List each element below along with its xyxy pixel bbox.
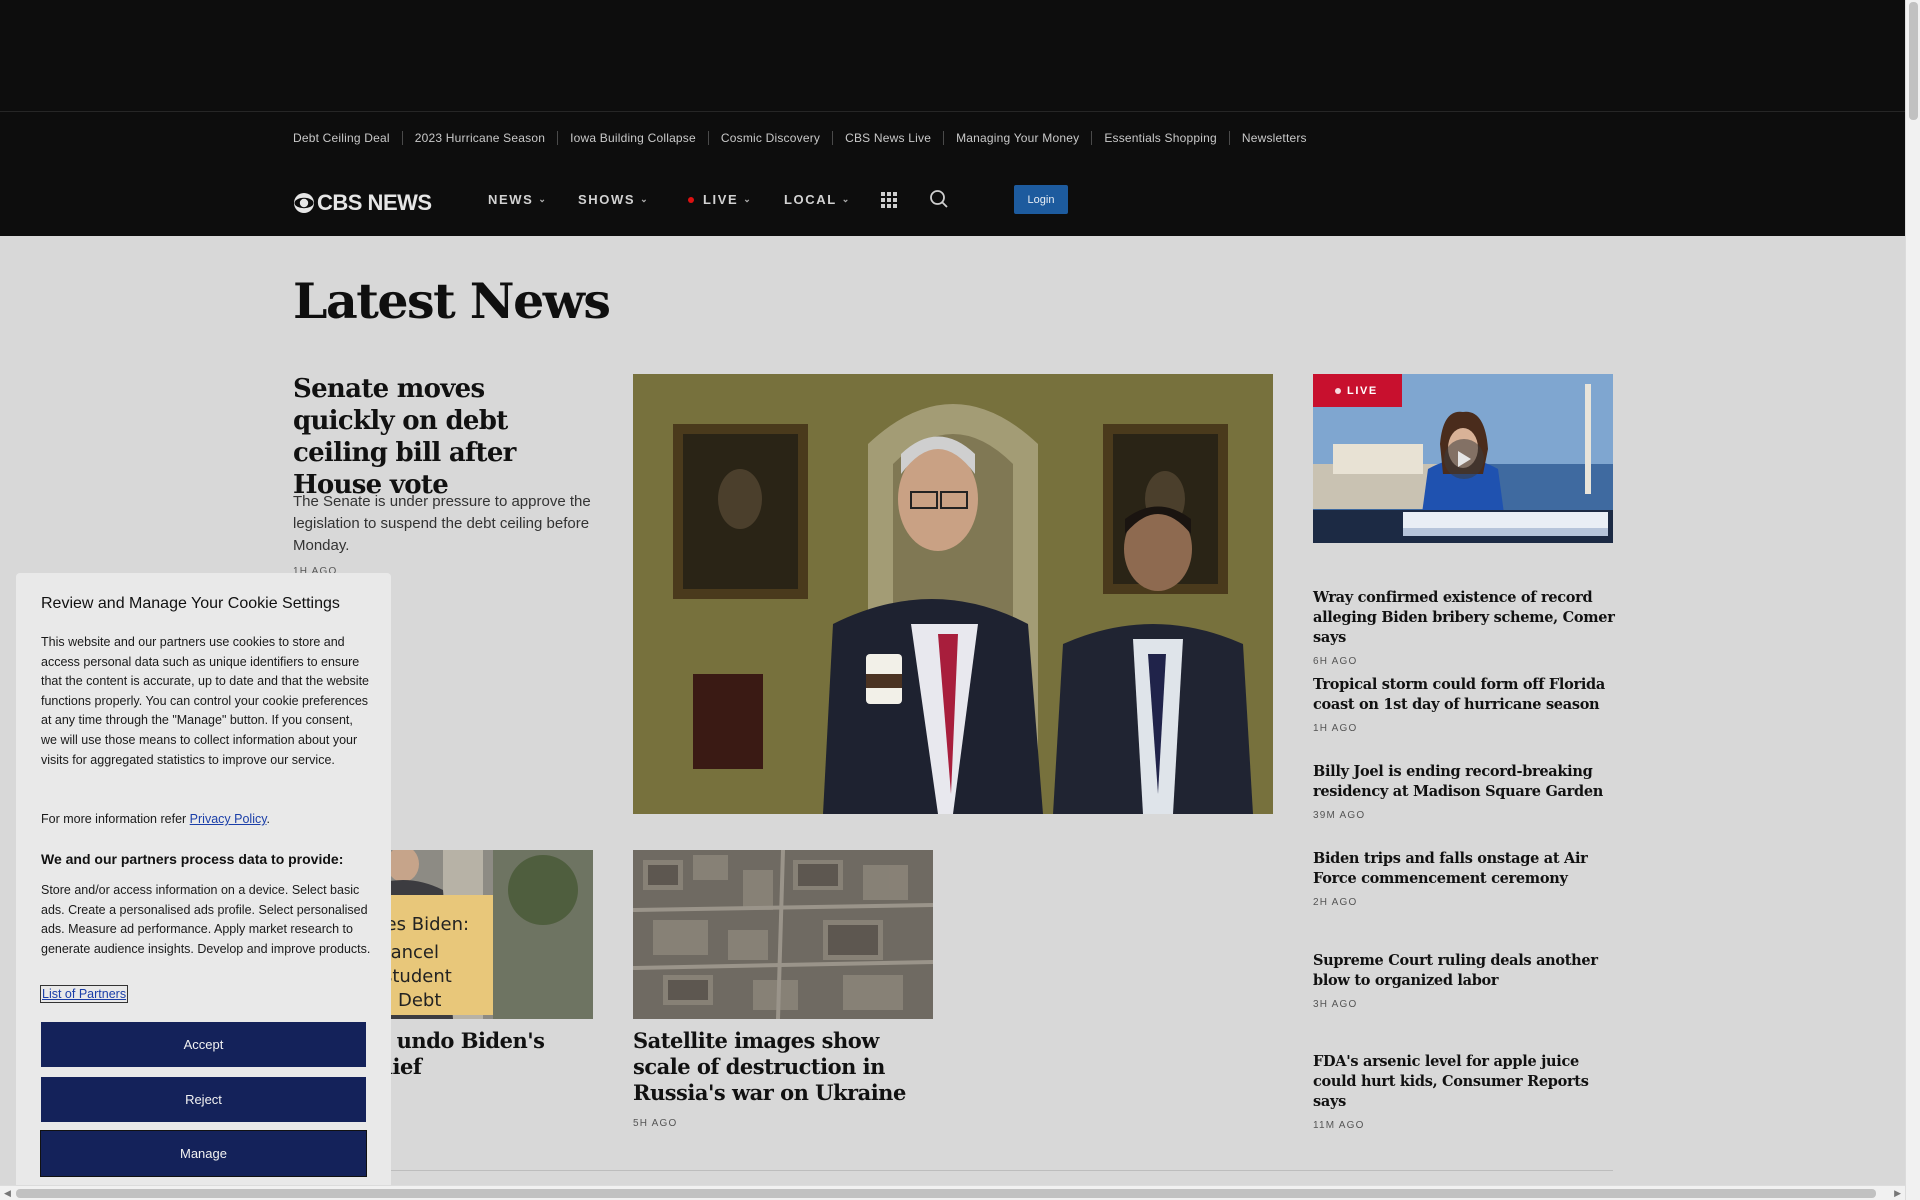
side-timestamp: 3H AGO bbox=[1313, 999, 1358, 1010]
live-dot-icon bbox=[1335, 387, 1341, 394]
cookie-more-info: For more information refer Privacy Polic… bbox=[41, 810, 371, 830]
trending-link[interactable]: Managing Your Money bbox=[943, 131, 1091, 145]
cookie-consent-panel: Review and Manage Your Cookie Settings T… bbox=[16, 573, 391, 1200]
play-icon bbox=[1458, 451, 1471, 467]
nav-news[interactable]: NEWS ⌄ bbox=[488, 192, 548, 207]
more-info-suffix: . bbox=[266, 812, 271, 826]
scroll-right-icon[interactable]: ▶ bbox=[1894, 1188, 1901, 1199]
chevron-down-icon: ⌄ bbox=[743, 194, 753, 204]
satellite-photo bbox=[633, 850, 933, 1019]
list-of-partners-link[interactable]: List of Partners bbox=[39, 985, 129, 1003]
cookie-purposes-title: We and our partners process data to prov… bbox=[41, 851, 344, 867]
cbs-eye-icon bbox=[294, 193, 314, 213]
trending-link[interactable]: Newsletters bbox=[1228, 131, 1319, 145]
trending-link[interactable]: Iowa Building Collapse bbox=[557, 131, 708, 145]
nav-live-label: LIVE bbox=[703, 192, 739, 207]
side-timestamp: 2H AGO bbox=[1313, 897, 1358, 908]
cookie-title: Review and Manage Your Cookie Settings bbox=[41, 595, 340, 612]
apps-grid-icon[interactable] bbox=[881, 192, 897, 208]
nav-local[interactable]: LOCAL ⌄ bbox=[784, 192, 851, 207]
side-headline[interactable]: Biden trips and falls onstage at Air For… bbox=[1313, 849, 1619, 889]
live-badge-label: LIVE bbox=[1347, 384, 1378, 397]
nav-shows-label: SHOWS bbox=[578, 192, 636, 207]
section-divider bbox=[293, 1170, 1613, 1171]
side-story[interactable]: Tropical storm could form off Florida co… bbox=[1313, 675, 1619, 734]
trending-link[interactable]: Debt Ceiling Deal bbox=[293, 131, 402, 145]
live-dot-icon bbox=[688, 196, 694, 203]
nav-live[interactable]: LIVE ⌄ bbox=[688, 192, 752, 207]
hero-photo bbox=[633, 374, 1273, 814]
satellite-image[interactable] bbox=[633, 850, 933, 1019]
login-button[interactable]: Login bbox=[1014, 185, 1068, 214]
nav-local-label: LOCAL bbox=[784, 192, 837, 207]
manage-button[interactable]: Manage bbox=[40, 1130, 367, 1177]
side-headline[interactable]: Supreme Court ruling deals another blow … bbox=[1313, 951, 1619, 991]
trending-link[interactable]: CBS News Live bbox=[832, 131, 943, 145]
main-nav: CBS NEWS NEWS ⌄ SHOWS ⌄ LIVE ⌄ LOCAL ⌄ Login bbox=[0, 164, 1905, 236]
lead-summary: The Senate is under pressure to approve … bbox=[293, 493, 591, 554]
card-timestamp: 5H AGO bbox=[633, 1118, 678, 1129]
play-button[interactable] bbox=[1444, 439, 1484, 479]
lead-story-image[interactable] bbox=[633, 374, 1273, 814]
sign-line-4: Debt bbox=[398, 990, 441, 1011]
side-timestamp: 11M AGO bbox=[1313, 1120, 1365, 1131]
trending-link[interactable]: Cosmic Discovery bbox=[707, 131, 832, 145]
cookie-purposes: Store and/or access information on a dev… bbox=[41, 883, 371, 956]
side-story[interactable]: Biden trips and falls onstage at Air For… bbox=[1313, 849, 1619, 908]
more-info-prefix: For more information refer bbox=[41, 812, 190, 826]
chevron-down-icon: ⌄ bbox=[841, 194, 851, 204]
live-video-player[interactable]: LIVE bbox=[1313, 374, 1613, 543]
nav-shows[interactable]: SHOWS ⌄ bbox=[578, 192, 649, 207]
scroll-left-icon[interactable]: ◀ bbox=[4, 1188, 11, 1199]
side-headline[interactable]: FDA's arsenic level for apple juice coul… bbox=[1313, 1052, 1619, 1112]
nav-news-label: NEWS bbox=[488, 192, 534, 207]
live-badge: LIVE bbox=[1313, 374, 1402, 407]
side-timestamp: 1H AGO bbox=[1313, 723, 1358, 734]
side-headline[interactable]: Billy Joel is ending record-breaking res… bbox=[1313, 762, 1619, 802]
card-headline[interactable]: Satellite images show scale of destructi… bbox=[633, 1028, 933, 1106]
lead-headline[interactable]: Senate moves quickly on debt ceiling bil… bbox=[293, 373, 593, 501]
side-headline[interactable]: Wray confirmed existence of record alleg… bbox=[1313, 588, 1619, 648]
accept-button[interactable]: Accept bbox=[41, 1022, 366, 1067]
trending-link[interactable]: Essentials Shopping bbox=[1091, 131, 1229, 145]
trending-bar: Debt Ceiling Deal 2023 Hurricane Season … bbox=[0, 112, 1905, 164]
vertical-scroll-thumb[interactable] bbox=[1909, 2, 1918, 120]
horizontal-scroll-thumb[interactable] bbox=[16, 1189, 1876, 1198]
cbs-news-logo[interactable]: CBS NEWS bbox=[293, 190, 432, 216]
vertical-scrollbar[interactable] bbox=[1905, 0, 1920, 1200]
horizontal-scrollbar[interactable]: ◀ ▶ bbox=[0, 1185, 1905, 1200]
sign-line-3: student bbox=[383, 966, 452, 987]
side-timestamp: 39M AGO bbox=[1313, 810, 1366, 821]
reject-button[interactable]: Reject bbox=[41, 1077, 366, 1122]
cookie-body: This website and our partners use cookie… bbox=[41, 635, 369, 767]
side-story[interactable]: Billy Joel is ending record-breaking res… bbox=[1313, 762, 1619, 821]
side-story[interactable]: FDA's arsenic level for apple juice coul… bbox=[1313, 1052, 1619, 1131]
search-icon[interactable] bbox=[929, 189, 949, 209]
side-headline[interactable]: Tropical storm could form off Florida co… bbox=[1313, 675, 1619, 715]
page-title: Latest News bbox=[293, 272, 611, 330]
side-timestamp: 6H AGO bbox=[1313, 656, 1358, 667]
ad-banner bbox=[0, 0, 1905, 112]
trending-link[interactable]: 2023 Hurricane Season bbox=[401, 131, 557, 145]
logo-text: CBS NEWS bbox=[317, 190, 432, 215]
side-story[interactable]: Supreme Court ruling deals another blow … bbox=[1313, 951, 1619, 1010]
chevron-down-icon: ⌄ bbox=[538, 194, 548, 204]
side-story[interactable]: Wray confirmed existence of record alleg… bbox=[1313, 588, 1619, 667]
privacy-policy-link[interactable]: Privacy Policy bbox=[190, 812, 267, 826]
chevron-down-icon: ⌄ bbox=[640, 194, 650, 204]
